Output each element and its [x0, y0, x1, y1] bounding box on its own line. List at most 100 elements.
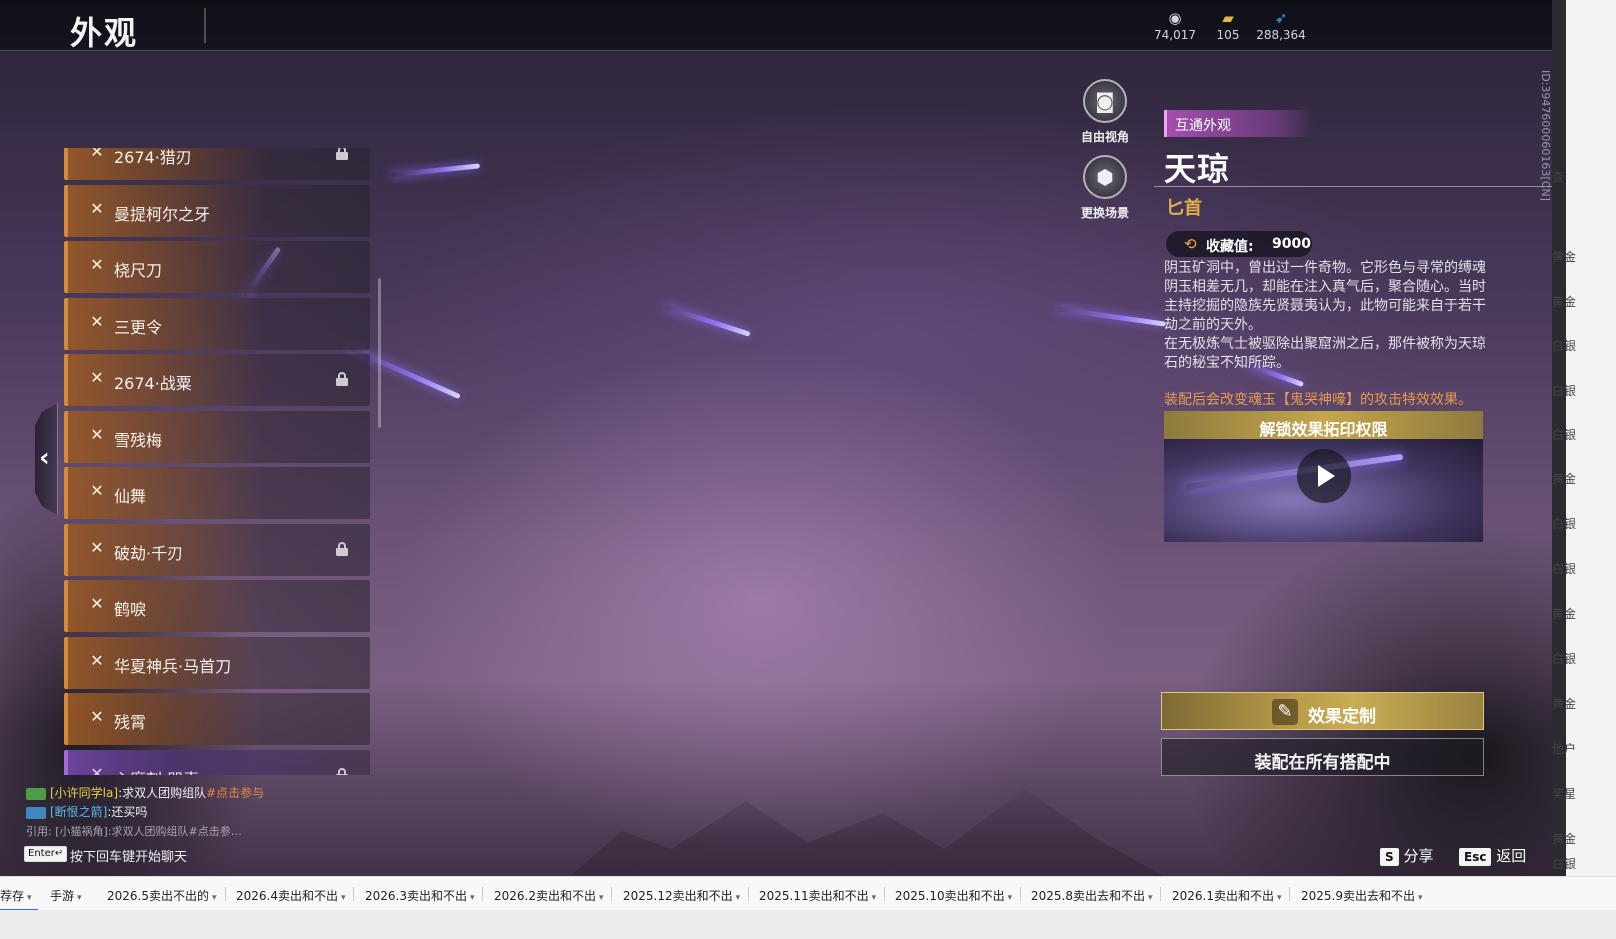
bookmark-folder[interactable]: 2026.2卖出和不出 ▾ [494, 887, 604, 904]
page-title: 外观 [70, 14, 139, 52]
dagger-streak [663, 304, 751, 337]
chat-join-link[interactable]: #点击参与 [206, 786, 264, 800]
item-description: 阴玉矿洞中，曾出过一件奇物。它形色与寻常的缚魂阴玉相差无几，却能在注入真气后，聚… [1164, 259, 1490, 373]
bookmark-folder[interactable]: 2025.12卖出和不出 ▾ [623, 887, 740, 904]
cross-blades-icon: ✕ [90, 199, 104, 218]
play-icon [1318, 465, 1335, 487]
chevron-left-icon: ‹ [39, 443, 50, 473]
list-item[interactable]: ✕ 三更令 [64, 298, 370, 350]
chat-sender: [断恨之箭] [50, 805, 108, 819]
list-item[interactable]: ✕ 仙舞 [64, 467, 370, 519]
chat-hint: 按下回车键开始聊天 [70, 850, 188, 865]
swirl-currency-icon: ◉ [1168, 9, 1182, 27]
separator [482, 887, 483, 901]
separator [611, 887, 612, 901]
bookmark-label: 2025.10卖出和不出 [895, 889, 1005, 903]
collapse-panel-button[interactable]: ‹ [35, 403, 58, 515]
bookmark-folder[interactable]: 2026.5卖出不出的 ▾ [107, 887, 217, 904]
item-label: 桡尺刀 [114, 261, 163, 280]
bookmarks-bar: 荐存 ▾ 手游 ▾ 2026.5卖出不出的 ▾ 2026.4卖出和不出 ▾ 2026.3… [0, 876, 1616, 911]
bookmark-label: 手游 [50, 889, 75, 903]
bookmark-label: 2026.1卖出和不出 [1172, 889, 1274, 903]
list-item[interactable]: ✕ 2674·战粟 [64, 354, 370, 406]
bookmark-folder[interactable]: 2025.10卖出和不出 ▾ [895, 887, 1012, 904]
divider [1154, 186, 1552, 187]
edge-text: 白银 [1552, 339, 1577, 353]
chevron-down-icon: ▾ [1418, 893, 1423, 903]
cross-blades-icon: ✕ [90, 707, 104, 726]
change-scene-button[interactable]: ⬢ [1083, 155, 1127, 199]
appearance-list[interactable]: ✕ 2674·猎刃 ✕ 曼提柯尔之牙 ✕ 桡尺刀 ✕ 三更令 ✕ 2674·战粟… [64, 148, 372, 775]
list-item[interactable]: ✕ 残霄 [64, 693, 370, 745]
free-view-button[interactable]: ◙ [1083, 79, 1127, 123]
item-label: 曼提柯尔之牙 [114, 205, 211, 224]
effect-customize-button[interactable]: ✎ 效果定制 [1161, 692, 1484, 730]
list-item[interactable]: ✕ 鹤唳 [64, 580, 370, 632]
back-button[interactable]: Esc 返回 [1459, 845, 1526, 866]
list-scrollbar[interactable] [378, 278, 381, 428]
bookmark-folder[interactable]: 2025.9卖出去和不出 ▾ [1301, 887, 1423, 904]
bookmark-folder[interactable]: 2026.3卖出和不出 ▾ [365, 887, 475, 904]
list-item[interactable]: ✕ 破劫·千刃 [64, 524, 370, 576]
cross-blades-icon: ✕ [90, 368, 104, 387]
bookmark-folder[interactable]: 2026.4卖出和不出 ▾ [236, 887, 346, 904]
description-paragraph: 阴玉矿洞中，曾出过一件奇物。它形色与寻常的缚魂阴玉相差无几，却能在注入真气后，聚… [1164, 260, 1486, 333]
free-view-label: 自由视角 [1080, 130, 1129, 144]
window-bottom-strip [0, 910, 1616, 939]
top-bar: 外观 ◉ 74,017 ▰ 105 ➶ 288,364 [0, 0, 1552, 52]
list-item[interactable]: ✕ 心魔刺·咒毒 [64, 750, 370, 775]
team-badge-icon [26, 787, 46, 800]
item-label: 残霄 [114, 713, 147, 732]
unlock-effect-banner[interactable]: 解锁效果拓印权限 [1164, 411, 1483, 439]
esc-key: Esc [1459, 848, 1492, 866]
cross-blades-icon: ✕ [90, 255, 104, 274]
currency-ticket: ▰ 105 [1198, 10, 1258, 42]
edge-text: 黄金 [1552, 607, 1577, 621]
list-item[interactable]: ✕ 2674·猎刃 [64, 148, 370, 180]
list-item[interactable]: ✕ 曼提柯尔之牙 [64, 185, 370, 237]
customize-label: 效果定制 [1308, 707, 1376, 727]
bookmark-folder[interactable]: 2025.11卖出和不出 ▾ [759, 887, 876, 904]
chat-message[interactable]: [小许同学la]:求双人团购组队#点击参与 [26, 784, 264, 801]
share-button[interactable]: S 分享 [1380, 845, 1433, 866]
chevron-down-icon: ▾ [599, 893, 604, 903]
item-label: 2674·猎刃 [114, 148, 192, 167]
chevron-down-icon: ▾ [341, 893, 346, 903]
edge-text: 黄金 [1552, 832, 1577, 846]
currency-feather: ➶ 288,364 [1251, 10, 1311, 42]
bookmark-folder[interactable]: 荐存 ▾ [0, 887, 32, 904]
separator [353, 887, 354, 901]
edge-text: 查 [1552, 170, 1565, 184]
play-button[interactable] [1297, 449, 1351, 503]
collection-value: 9000 [1272, 236, 1311, 252]
equip-all-outfits-button[interactable]: 装配在所有搭配中 [1161, 738, 1484, 776]
bookmark-label: 2025.11卖出和不出 [759, 889, 869, 903]
change-scene-label: 更换场景 [1080, 206, 1129, 220]
edge-text: 白银 [1552, 517, 1577, 531]
cross-blades-icon: ✕ [90, 651, 104, 670]
cross-blades-icon: ✕ [90, 148, 104, 161]
edge-text: 黄金 [1552, 697, 1577, 711]
chevron-down-icon: ▾ [27, 893, 32, 903]
unlock-banner-label: 解锁效果拓印权限 [1259, 420, 1388, 439]
chevron-down-icon: ▾ [77, 893, 82, 903]
separator [225, 887, 226, 901]
bookmark-folder[interactable]: 手游 ▾ [50, 887, 82, 904]
share-label: 分享 [1403, 847, 1434, 865]
edge-text: 白银 [1552, 857, 1577, 871]
list-item[interactable]: ✕ 雪残梅 [64, 411, 370, 463]
item-type: 匕首 [1166, 198, 1202, 219]
chat-message[interactable]: [断恨之箭]:还买吗 [26, 803, 147, 820]
bookmark-folder[interactable]: 2026.1卖出和不出 ▾ [1172, 887, 1282, 904]
edge-text: 白银 [1552, 384, 1577, 398]
cube-icon: ⬢ [1096, 165, 1114, 189]
bookmark-label: 2026.4卖出和不出 [236, 889, 338, 903]
chat-quote: 引用: [小猫祸角]:求双人团购组队#点击参… [26, 825, 242, 838]
equip-all-label: 装配在所有搭配中 [1254, 753, 1391, 773]
window-scrollbar[interactable] [1552, 0, 1566, 905]
bookmark-label: 2026.5卖出不出的 [107, 889, 209, 903]
list-item[interactable]: ✕ 桡尺刀 [64, 241, 370, 293]
bookmark-folder[interactable]: 2025.8卖出去和不出 ▾ [1031, 887, 1153, 904]
list-item[interactable]: ✕ 华夏神兵·马首刀 [64, 637, 370, 689]
dagger-streak [1056, 306, 1166, 327]
